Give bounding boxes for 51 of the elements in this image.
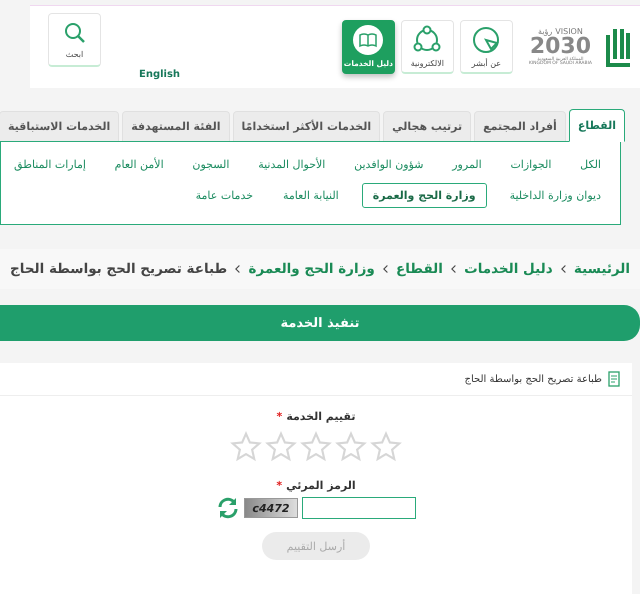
sector-link[interactable]: إمارات المناطق bbox=[7, 152, 93, 177]
tab[interactable]: ترتيب هجالي bbox=[383, 111, 472, 141]
star-icon[interactable] bbox=[265, 431, 297, 463]
service-title: طباعة تصريح الحج بواسطة الحاج bbox=[464, 374, 602, 384]
star-icon[interactable] bbox=[370, 431, 402, 463]
chevron-icon bbox=[235, 264, 241, 274]
chevron-icon bbox=[450, 264, 456, 274]
sector-link[interactable]: ديوان وزارة الداخلية bbox=[502, 183, 608, 208]
tab[interactable]: الخدمات الاستباقية bbox=[0, 111, 120, 141]
field-label: الرمز المرئي bbox=[286, 479, 356, 492]
tab[interactable]: الخدمات الأكثر استخدامًا bbox=[232, 111, 380, 141]
sector-link[interactable]: الكل bbox=[573, 152, 608, 177]
captcha-image: c4472 bbox=[244, 498, 298, 518]
vision-word: VISION bbox=[555, 28, 583, 36]
sector-link[interactable]: خدمات عامة bbox=[188, 183, 260, 208]
breadcrumb-link[interactable]: الرئيسية bbox=[574, 261, 630, 277]
captcha-field[interactable] bbox=[302, 497, 416, 519]
star-icon[interactable] bbox=[300, 431, 332, 463]
sector-link[interactable]: السجون bbox=[185, 152, 236, 177]
language-link[interactable]: English bbox=[139, 69, 180, 80]
play-icon bbox=[471, 25, 502, 55]
chevron-icon bbox=[560, 264, 566, 274]
vision-arabic: رؤية bbox=[538, 28, 552, 36]
sector-link[interactable]: شؤون الوافدين bbox=[347, 152, 431, 177]
required-mark: * bbox=[276, 479, 282, 492]
search-button[interactable]: ابحث bbox=[48, 13, 101, 67]
star-icon[interactable] bbox=[335, 431, 367, 463]
book-icon bbox=[353, 25, 384, 55]
sector-link[interactable]: الجوازات bbox=[503, 152, 558, 177]
sector-link[interactable]: وزارة الحج والعمرة bbox=[362, 183, 487, 208]
breadcrumb-link[interactable]: وزارة الحج والعمرة bbox=[248, 261, 375, 277]
tab[interactable]: الفئة المستهدفة bbox=[122, 111, 230, 141]
sector-link[interactable]: الأمن العام bbox=[108, 152, 171, 177]
document-icon bbox=[608, 371, 620, 387]
sector-link[interactable]: المرور bbox=[445, 152, 489, 177]
star-rating[interactable] bbox=[230, 431, 402, 463]
sector-link[interactable]: الأحوال المدنية bbox=[251, 152, 332, 177]
field-label: تقييم الخدمة bbox=[286, 410, 356, 423]
tab[interactable]: القطاع bbox=[568, 109, 625, 142]
chevron-icon bbox=[382, 264, 388, 274]
nav-button[interactable]: عن أبشر bbox=[460, 20, 513, 74]
breadcrumb-link[interactable]: القطاع bbox=[396, 261, 443, 277]
tab[interactable]: أفراد المجتمع bbox=[474, 111, 566, 141]
star-icon[interactable] bbox=[230, 431, 262, 463]
nav-button[interactable]: الالكترونية bbox=[400, 20, 454, 74]
refresh-icon[interactable] bbox=[216, 496, 240, 520]
sector-link[interactable]: النيابة العامة bbox=[276, 183, 346, 208]
breadcrumb-link[interactable]: دليل الخدمات bbox=[464, 261, 553, 277]
required-mark: * bbox=[276, 410, 282, 423]
vision-year: 2030 bbox=[530, 36, 592, 58]
execute-button[interactable]: تنفيذ الخدمة bbox=[0, 305, 640, 341]
